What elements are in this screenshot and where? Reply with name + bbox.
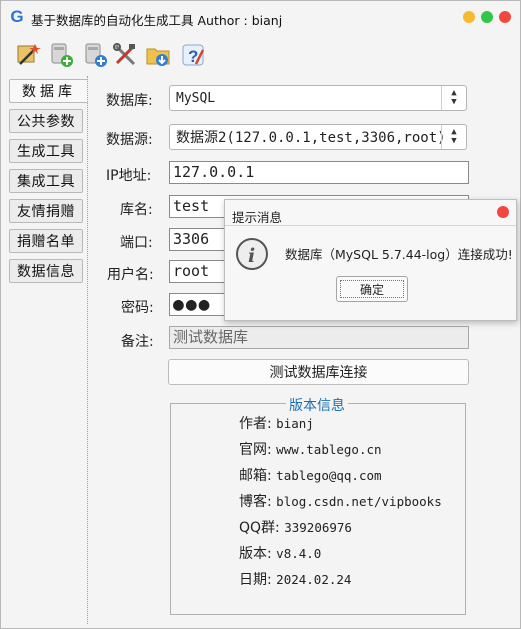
db-type-label: 数据库: — [106, 93, 153, 109]
dialog-ok-button[interactable]: 确定 — [336, 276, 408, 302]
db-type-value: MySQL — [176, 90, 216, 106]
tab-database[interactable]: 数据库 — [9, 79, 88, 103]
info-value: v8.4.0 — [276, 546, 322, 561]
tab-data-info[interactable]: 数据信息 — [9, 259, 83, 283]
info-label: QQ群: — [239, 520, 280, 536]
info-label: 作者: — [239, 416, 272, 432]
add-database-button[interactable] — [47, 41, 75, 69]
info-row-blog: 博客: blog.csdn.net/vipbooks — [239, 491, 442, 511]
user-label: 用户名: — [107, 267, 154, 283]
sidebar-divider — [87, 76, 88, 624]
info-value: 339206976 — [284, 520, 352, 535]
info-label: 邮箱: — [239, 468, 272, 484]
dialog-message: 数据库（MySQL 5.7.44-log）连接成功! — [285, 247, 513, 262]
info-value: www.tablego.cn — [276, 442, 382, 457]
add-table-button[interactable] — [81, 41, 109, 69]
tab-donate[interactable]: 友情捐赠 — [9, 199, 83, 223]
select-arrows-icon: ▲ ▼ — [441, 125, 466, 149]
info-label: 日期: — [239, 572, 272, 588]
maximize-button[interactable] — [481, 11, 493, 23]
datasource-value: 数据源2(127.0.0.1,test,3306,root) — [176, 130, 446, 146]
info-value: tablego@qq.com — [276, 468, 382, 483]
window-title: 基于数据库的自动化生成工具 Author : bianj — [31, 13, 283, 28]
tools-icon — [113, 43, 136, 66]
info-icon: i — [235, 237, 269, 275]
datasource-label: 数据源: — [106, 132, 153, 148]
close-button[interactable] — [499, 11, 511, 23]
info-row-date: 日期: 2024.02.24 — [239, 569, 351, 589]
info-row-qq-group: QQ群: 339206976 — [239, 517, 352, 537]
app-logo-icon: G — [10, 7, 24, 26]
version-info-title: 版本信息 — [286, 395, 348, 415]
info-value: 2024.02.24 — [276, 572, 352, 587]
title-bar: G 基于数据库的自动化生成工具 Author : bianj — [1, 1, 520, 33]
info-label: 博客: — [239, 494, 272, 510]
folder-download-icon — [146, 48, 170, 66]
help-button[interactable]: ? — [179, 41, 207, 69]
db-type-select[interactable]: MySQL ▲ ▼ — [169, 85, 467, 111]
dialog-close-button[interactable] — [497, 206, 509, 218]
main-window: G 基于数据库的自动化生成工具 Author : bianj ? 数据库 公共参… — [0, 0, 521, 629]
info-row-email: 邮箱: tablego@qq.com — [239, 465, 382, 485]
datasource-select[interactable]: 数据源2(127.0.0.1,test,3306,root) ▲ ▼ — [169, 124, 467, 150]
test-connection-button[interactable]: 测试数据库连接 — [168, 359, 469, 385]
tab-donor-list[interactable]: 捐赠名单 — [9, 229, 83, 253]
minimize-button[interactable] — [463, 11, 475, 23]
dialog-title: 提示消息 — [232, 210, 283, 225]
add-table-icon — [85, 43, 107, 67]
remark-input[interactable]: 测试数据库 — [169, 326, 469, 349]
svg-text:i: i — [248, 245, 255, 267]
add-database-icon — [51, 43, 73, 67]
info-row-author: 作者: bianj — [239, 413, 314, 433]
info-label: 版本: — [239, 546, 272, 562]
select-arrows-icon: ▲ ▼ — [441, 86, 466, 110]
magic-wand-icon — [17, 44, 41, 65]
ip-input[interactable]: 127.0.0.1 — [169, 161, 469, 184]
dialog-divider — [225, 225, 516, 226]
info-value: bianj — [276, 416, 314, 431]
tab-public-params[interactable]: 公共参数 — [9, 109, 83, 133]
info-row-version: 版本: v8.4.0 — [239, 543, 321, 563]
password-label: 密码: — [121, 300, 154, 316]
tab-generate-tools[interactable]: 生成工具 — [9, 139, 83, 163]
ip-label: IP地址: — [106, 168, 152, 184]
help-icon: ? — [182, 44, 205, 66]
folder-download-button[interactable] — [144, 41, 172, 69]
info-value: blog.csdn.net/vipbooks — [276, 494, 442, 509]
remark-label: 备注: — [121, 334, 154, 350]
magic-wand-button[interactable] — [14, 41, 42, 69]
info-label: 官网: — [239, 442, 272, 458]
message-dialog: 提示消息 i 数据库（MySQL 5.7.44-log）连接成功! 确定 — [224, 199, 517, 321]
tab-integration-tools[interactable]: 集成工具 — [9, 169, 83, 193]
dbname-label: 库名: — [120, 202, 153, 218]
info-row-website: 官网: www.tablego.cn — [239, 439, 382, 459]
port-label: 端口: — [120, 235, 153, 251]
tools-button[interactable] — [111, 41, 139, 69]
